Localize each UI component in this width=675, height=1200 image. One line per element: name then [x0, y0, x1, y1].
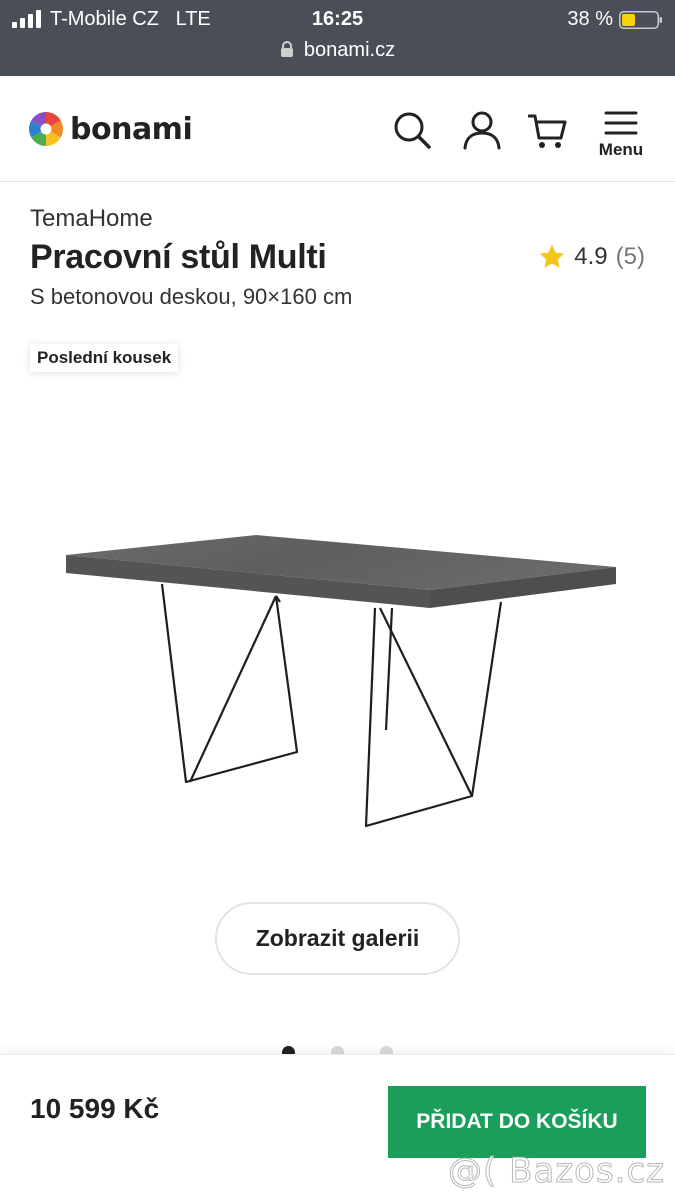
search-icon[interactable]	[392, 110, 432, 150]
menu-button[interactable]: Menu	[595, 110, 647, 170]
rating-value: 4.9	[574, 243, 608, 270]
cart-icon[interactable]	[528, 110, 568, 150]
last-piece-badge: Poslední kousek	[30, 344, 179, 372]
status-bar: T-Mobile CZ LTE 16:25 38 % bonami.cz	[0, 0, 675, 76]
battery-icon	[619, 11, 662, 29]
add-to-cart-button[interactable]: PŘIDAT DO KOŠÍKU	[388, 1086, 646, 1158]
battery-percent: 38 %	[567, 8, 613, 30]
product-rating[interactable]: 4.9 (5)	[538, 243, 645, 271]
logo-mark-icon	[29, 112, 63, 146]
purchase-bar: 10 599 Kč PŘIDAT DO KOŠÍKU @( Bazos.cz	[0, 1054, 675, 1200]
bonami-logo[interactable]: bonami	[28, 110, 193, 148]
logo-text: bonami	[70, 111, 193, 147]
rating-count: (5)	[615, 243, 645, 270]
address-bar[interactable]: bonami.cz	[0, 36, 675, 64]
url-text: bonami.cz	[303, 39, 396, 61]
lock-icon	[280, 41, 293, 57]
show-gallery-button[interactable]: Zobrazit galerii	[215, 902, 460, 975]
product-image[interactable]	[40, 520, 640, 840]
watermark: @( Bazos.cz	[448, 1151, 665, 1192]
site-header: bonami Menu	[0, 76, 675, 182]
hamburger-icon	[604, 111, 638, 135]
product-price: 10 599 Kč	[30, 1093, 160, 1124]
product-subtitle: S betonovou deskou, 90×160 cm	[30, 284, 353, 309]
product-title: Pracovní stůl Multi	[30, 238, 327, 276]
star-icon	[540, 244, 565, 268]
user-icon[interactable]	[462, 110, 502, 150]
product-brand[interactable]: TemaHome	[30, 205, 153, 233]
menu-label: Menu	[598, 140, 644, 159]
